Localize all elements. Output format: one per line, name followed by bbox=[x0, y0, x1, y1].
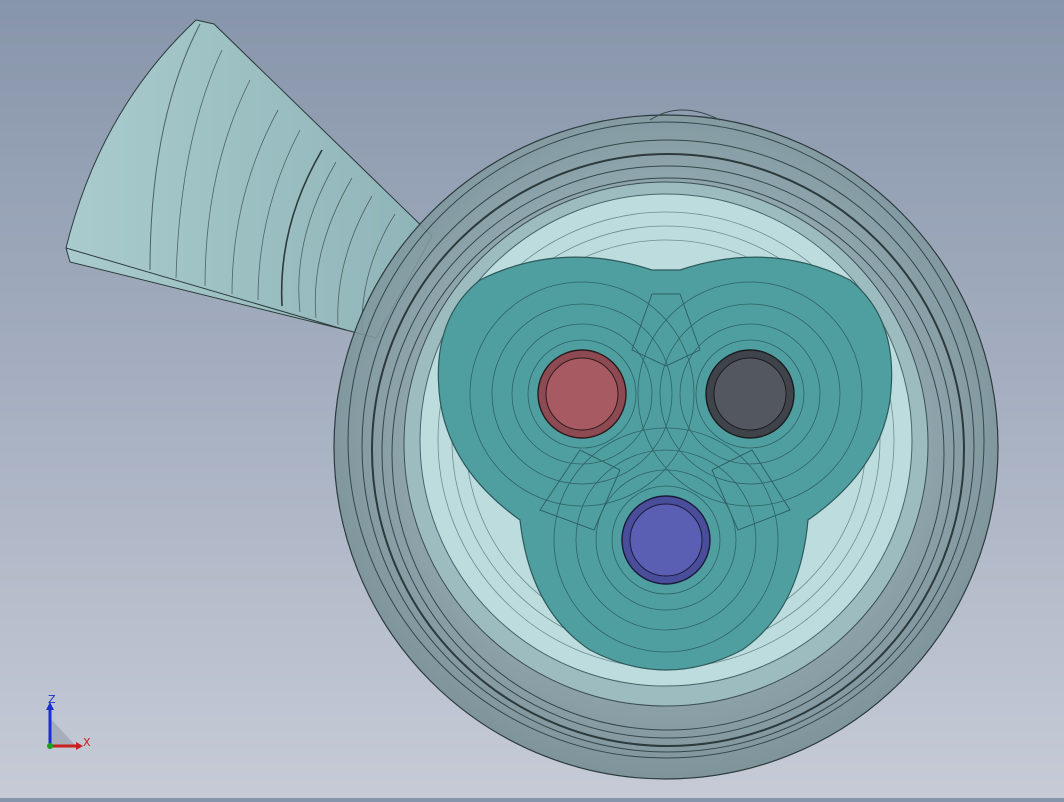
x-axis-arrow-icon bbox=[76, 742, 83, 750]
triad-plane bbox=[50, 718, 76, 746]
x-axis-label: X bbox=[83, 736, 91, 749]
axis-triad: Z X bbox=[46, 694, 91, 750]
blue-conductor[interactable] bbox=[621, 495, 711, 585]
black-conductor[interactable] bbox=[705, 349, 795, 439]
z-axis-label: Z bbox=[48, 694, 56, 706]
model-scene[interactable] bbox=[0, 0, 1064, 798]
y-axis-dot-icon bbox=[47, 743, 53, 749]
3d-viewport[interactable]: Z X bbox=[0, 0, 1064, 798]
red-conductor[interactable] bbox=[537, 349, 627, 439]
